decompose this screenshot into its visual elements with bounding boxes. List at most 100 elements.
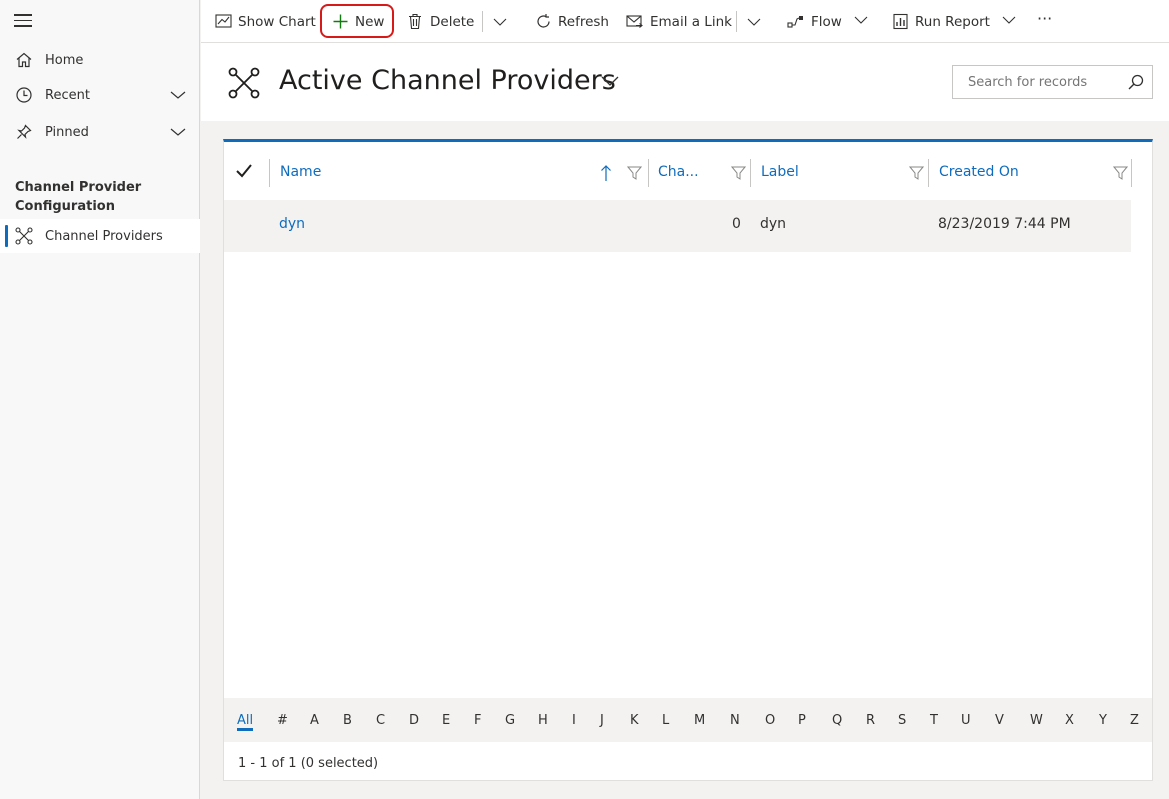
jump-letter[interactable]: D (409, 713, 419, 728)
jump-letter[interactable]: O (765, 713, 775, 728)
sidebar-item-pinned[interactable]: Pinned (0, 115, 200, 149)
delete-button[interactable]: Delete (406, 0, 474, 43)
column-divider (750, 159, 751, 187)
trash-icon (406, 13, 424, 31)
email-link-icon (626, 13, 644, 31)
column-header-channel[interactable]: Cha... (658, 150, 699, 194)
run-report-button[interactable]: Run Report (891, 0, 1016, 43)
search-input[interactable] (966, 73, 1120, 91)
sidebar-item-label: Home (45, 52, 84, 68)
page-title: Active Channel Providers (279, 65, 616, 96)
table-row[interactable]: dyn 0 dyn 8/23/2019 7:44 PM (224, 200, 1131, 252)
chevron-down-icon[interactable] (170, 87, 186, 107)
jump-letter[interactable]: E (442, 713, 450, 728)
column-header-label[interactable]: Label (761, 150, 799, 194)
sort-ascending-icon[interactable] (600, 164, 612, 186)
jump-letter[interactable]: V (995, 713, 1004, 728)
home-icon (14, 50, 34, 70)
jump-letter[interactable]: U (961, 713, 971, 728)
sidebar-item-label: Recent (45, 87, 90, 103)
jump-letter[interactable]: M (694, 713, 705, 728)
cell-channel: 0 (732, 216, 741, 232)
jump-letter[interactable]: P (798, 713, 806, 728)
jump-letter[interactable]: Y (1099, 713, 1107, 728)
column-divider (269, 159, 270, 187)
flow-icon (787, 13, 805, 31)
sidebar-item-channel-providers[interactable]: Channel Providers (0, 219, 200, 253)
chevron-down-icon (493, 18, 507, 26)
column-header-name[interactable]: Name (280, 150, 321, 194)
jump-letter[interactable]: # (277, 713, 288, 728)
chevron-down-icon (1002, 13, 1016, 31)
plus-icon (331, 13, 349, 31)
chevron-down-icon (747, 18, 761, 26)
jump-letter[interactable]: L (662, 713, 669, 728)
email-link-button[interactable]: Email a Link (626, 0, 732, 43)
search-icon[interactable] (1128, 74, 1144, 94)
search-box (952, 65, 1153, 99)
network-icon (228, 67, 260, 99)
jump-letter[interactable]: Q (832, 713, 842, 728)
divider (482, 11, 483, 32)
column-divider (648, 159, 649, 187)
jump-letter[interactable]: N (730, 713, 740, 728)
records-grid: Name Cha... Label Created On dyn 0 dyn 8… (223, 139, 1153, 781)
page-header: Active Channel Providers (201, 43, 1169, 121)
delete-label: Delete (430, 13, 475, 30)
jump-letter[interactable]: C (376, 713, 385, 728)
flow-label: Flow (811, 13, 842, 30)
jump-letter[interactable]: H (538, 713, 548, 728)
run-report-label: Run Report (915, 13, 990, 30)
cell-created-on: 8/23/2019 7:44 PM (938, 216, 1071, 232)
email-link-label: Email a Link (650, 13, 732, 30)
hamburger-menu-icon[interactable] (14, 14, 32, 28)
show-chart-button[interactable]: Show Chart (214, 0, 316, 43)
filter-icon[interactable] (1112, 165, 1129, 184)
delete-more-chevron[interactable] (493, 0, 507, 43)
jump-letter[interactable]: K (630, 713, 639, 728)
column-divider (928, 159, 929, 187)
jump-letter[interactable]: J (600, 713, 604, 728)
filter-icon[interactable] (626, 165, 643, 184)
jump-letter[interactable]: I (572, 713, 576, 728)
jump-letter[interactable]: S (898, 713, 906, 728)
jump-letter[interactable]: A (310, 713, 319, 728)
clock-icon (14, 85, 34, 105)
sidebar-section-title: Channel Provider Configuration (15, 180, 142, 214)
jump-letter[interactable]: W (1030, 713, 1043, 728)
sidebar: Home Recent Pinned Channel Provider Conf… (0, 0, 200, 799)
sidebar-item-label: Pinned (45, 124, 89, 140)
jump-letter[interactable]: R (866, 713, 875, 728)
new-label: New (355, 13, 385, 30)
pin-icon (14, 122, 34, 142)
refresh-label: Refresh (558, 13, 609, 30)
filter-icon[interactable] (908, 165, 925, 184)
filter-icon[interactable] (730, 165, 747, 184)
chevron-down-icon[interactable] (170, 124, 186, 144)
refresh-button[interactable]: Refresh (534, 0, 609, 43)
record-name-link[interactable]: dyn (279, 216, 305, 232)
report-icon (891, 13, 909, 31)
flow-button[interactable]: Flow (787, 0, 868, 43)
email-more-chevron[interactable] (747, 0, 761, 43)
jump-all[interactable]: All (237, 713, 254, 731)
show-chart-label: Show Chart (238, 13, 316, 30)
jump-letter[interactable]: G (505, 713, 515, 728)
jump-letter[interactable]: T (930, 713, 938, 728)
jump-letter[interactable]: F (474, 713, 481, 728)
jump-letter[interactable]: Z (1130, 713, 1139, 728)
select-all-checkmark-icon[interactable] (235, 162, 253, 184)
cell-label: dyn (760, 216, 787, 232)
sidebar-item-recent[interactable]: Recent (0, 78, 200, 112)
jump-letter[interactable]: B (343, 713, 352, 728)
divider (736, 11, 737, 32)
chevron-down-icon (854, 13, 868, 31)
jump-letter[interactable]: X (1065, 713, 1074, 728)
view-selector-chevron-icon[interactable] (601, 72, 619, 94)
sidebar-item-home[interactable]: Home (0, 43, 200, 77)
column-header-created-on[interactable]: Created On (939, 150, 1019, 194)
chart-icon (214, 13, 232, 31)
column-divider (1131, 159, 1132, 187)
new-button[interactable]: New (331, 0, 384, 43)
more-commands-button[interactable]: ··· (1037, 0, 1052, 40)
